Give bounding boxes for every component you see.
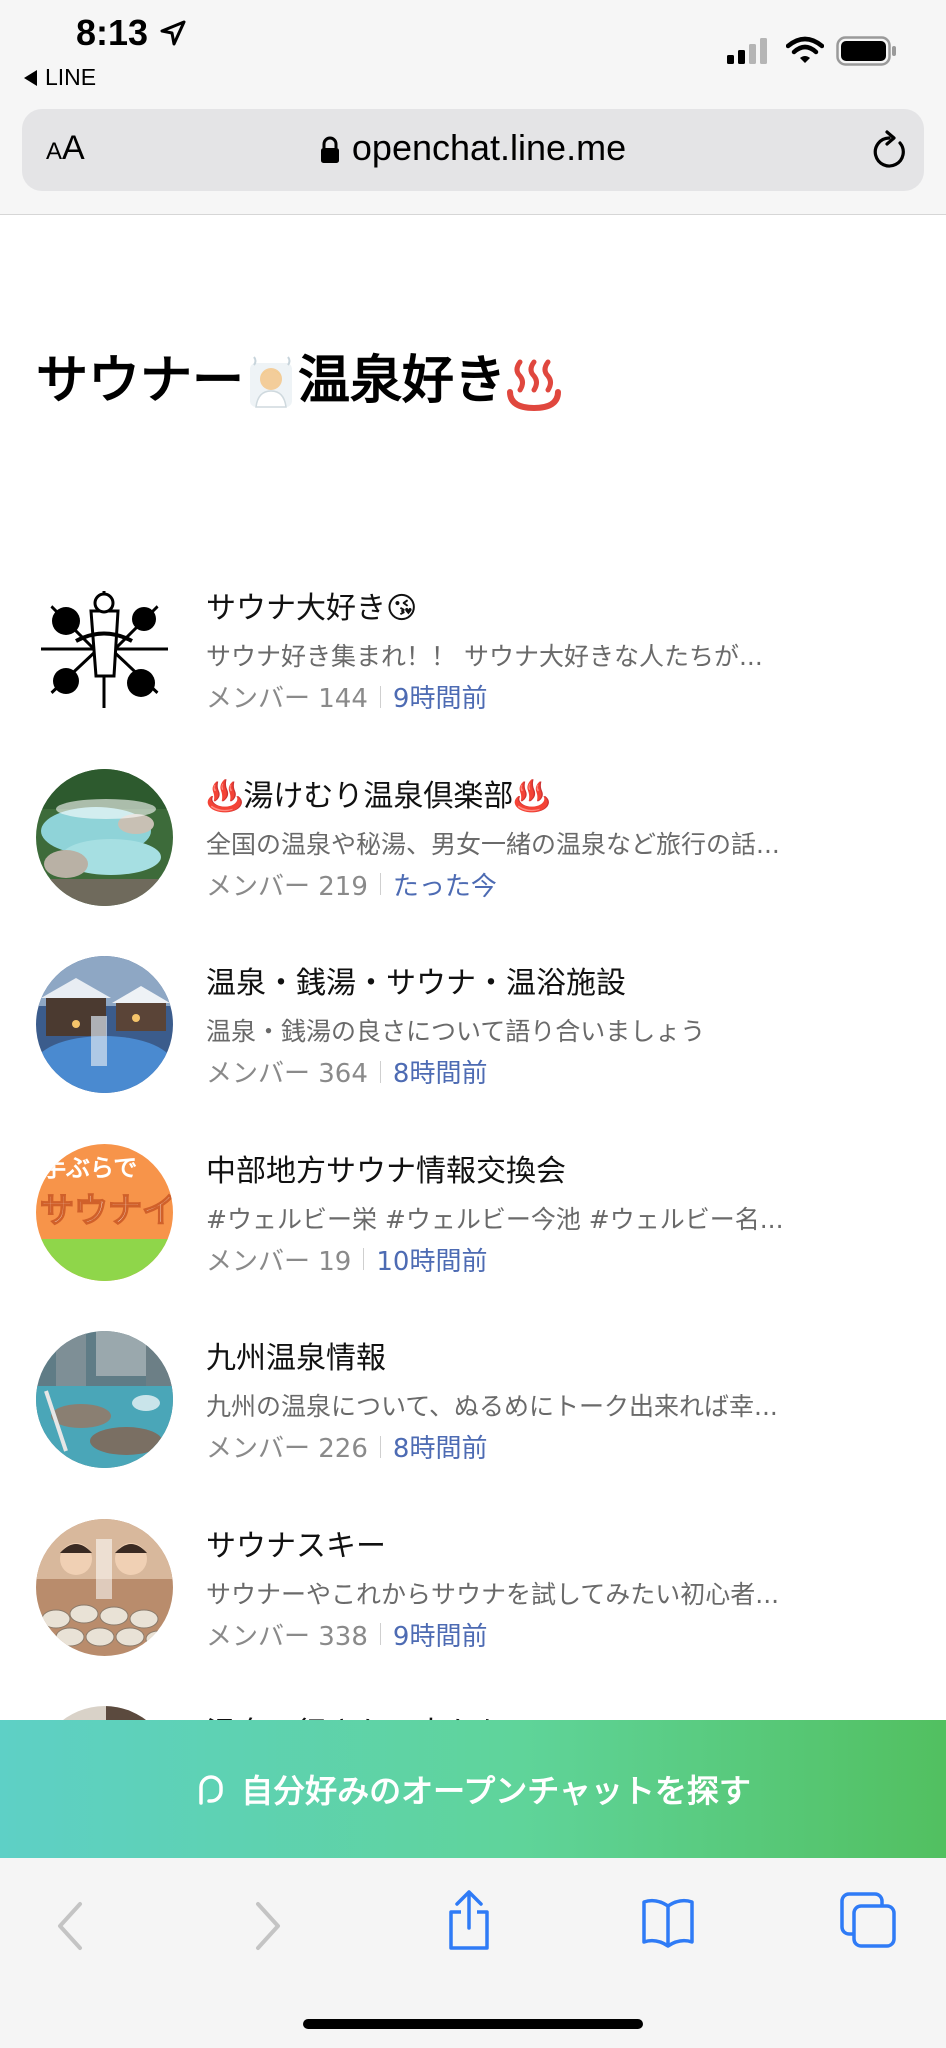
last-activity: たった今: [392, 871, 497, 902]
cellular-signal-icon: [727, 38, 767, 64]
chat-avatar: [36, 768, 173, 906]
chat-avatar: 手ぶらで サウナイ: [36, 1143, 173, 1281]
forward-chevron-icon[interactable]: [252, 1896, 286, 1956]
last-activity: 9時間前: [392, 1621, 488, 1652]
chat-description: #ウェルビー栄 #ウェルビー今池 #ウェルビー名...: [206, 1204, 784, 1234]
wifi-icon: [786, 36, 824, 63]
chat-meta: メンバー 219 たった今: [206, 866, 497, 903]
battery-icon: [836, 36, 896, 66]
url-display[interactable]: openchat.line.me: [22, 127, 924, 169]
member-count: メンバー 144: [206, 684, 368, 714]
chat-title: ♨️湯けむり温泉倶楽部♨️: [206, 778, 551, 814]
lock-icon: [320, 137, 339, 164]
meta-divider: [379, 1435, 381, 1458]
svg-text:サウナイ: サウナイ: [40, 1191, 173, 1231]
list-item[interactable]: サウナスキー サウナーやこれからサウナを試してみたい初心者... メンバー 33…: [0, 1513, 946, 1701]
back-app-label: LINE: [45, 64, 97, 90]
address-bar[interactable]: AA openchat.line.me: [22, 109, 924, 191]
chat-avatar: [36, 1518, 173, 1656]
last-activity: 9時間前: [392, 684, 488, 714]
back-chevron-icon[interactable]: [52, 1896, 86, 1956]
chat-meta: メンバー 226 8時間前: [206, 1428, 487, 1465]
svg-text:手ぶらで: 手ぶらで: [42, 1154, 137, 1182]
chat-meta: メンバー 144 9時間前: [206, 678, 487, 715]
meta-divider: [379, 873, 381, 895]
tabs-icon[interactable]: [838, 1890, 898, 1950]
chat-meta: メンバー 338 9時間前: [206, 1616, 487, 1653]
chat-description: 全国の温泉や秘湯、男女一緒の温泉など旅行の話...: [206, 829, 780, 859]
chat-description: サウナ好き集まれ！！ サウナ大好きな人たちが...: [206, 642, 763, 671]
chat-description: 九州の温泉について、ぬるめにトーク出来れば幸...: [206, 1392, 778, 1421]
chat-title: 九州温泉情報: [206, 1341, 386, 1376]
meta-divider: [379, 685, 381, 708]
find-open-chat-button[interactable]: 自分好みのオープンチャットを探す: [0, 1720, 946, 1858]
open-chat-list: サウナ大好き😘 サウナ好き集まれ！！ サウナ大好きな人たちが... メンバー 1…: [0, 575, 946, 1888]
chat-description: 温泉・銭湯の良さについて語り合いましょう: [206, 1017, 706, 1046]
chat-meta: メンバー 364 8時間前: [206, 1053, 487, 1090]
meta-divider: [363, 1248, 365, 1270]
list-item[interactable]: 温泉・銭湯・サウナ・温浴施設 温泉・銭湯の良さについて語り合いましょう メンバー…: [0, 950, 946, 1138]
page-title-rest: 温泉好き: [298, 351, 507, 411]
member-count: メンバー 219: [206, 871, 368, 902]
location-arrow-icon: [160, 20, 186, 46]
chat-description: サウナーやこれからサウナを試してみたい初心者...: [206, 1579, 780, 1609]
meta-divider: [379, 1623, 381, 1645]
chat-title: サウナ大好き😘: [206, 591, 418, 626]
chat-bubble-icon: [199, 1775, 223, 1805]
find-open-chat-label: 自分好みのオープンチャットを探す: [241, 1772, 751, 1810]
chat-title: 中部地方サウナ情報交換会: [206, 1153, 566, 1189]
member-count: メンバー 19: [206, 1246, 352, 1277]
bookmarks-icon[interactable]: [640, 1896, 696, 1948]
last-activity: 8時間前: [392, 1434, 488, 1464]
page-title: サウナー 温泉好き: [36, 338, 562, 413]
last-activity: 8時間前: [392, 1059, 488, 1089]
chat-meta: メンバー 19 10時間前: [206, 1241, 487, 1278]
browser-address-area: AA openchat.line.me: [0, 105, 946, 215]
hot-springs-icon: [507, 359, 562, 412]
list-item[interactable]: サウナ大好き😘 サウナ好き集まれ！！ サウナ大好きな人たちが... メンバー 1…: [0, 575, 946, 763]
chat-title: 温泉・銭湯・サウナ・温浴施設: [206, 966, 626, 1001]
status-bar: 8:13 LINE: [0, 0, 946, 105]
back-triangle-icon: [24, 69, 37, 86]
member-count: メンバー 226: [206, 1434, 368, 1464]
chat-title: サウナスキー: [206, 1528, 386, 1564]
reload-icon[interactable]: [870, 129, 908, 171]
status-time: 8:13: [76, 12, 149, 53]
share-icon[interactable]: [445, 1888, 493, 1952]
meta-divider: [379, 1060, 381, 1083]
list-item[interactable]: ♨️湯けむり温泉倶楽部♨️ 全国の温泉や秘湯、男女一緒の温泉など旅行の話... …: [0, 763, 946, 951]
list-item[interactable]: 九州温泉情報 九州の温泉について、ぬるめにトーク出来れば幸... メンバー 22…: [0, 1325, 946, 1513]
chat-avatar: [36, 581, 173, 718]
chat-avatar: [36, 956, 173, 1093]
list-item[interactable]: 手ぶらで サウナイ 中部地方サウナ情報交換会 #ウェルビー栄 #ウェルビー今池 …: [0, 1138, 946, 1326]
back-to-app-link[interactable]: LINE: [24, 64, 96, 91]
url-text: openchat.line.me: [351, 127, 627, 168]
home-indicator: [303, 2019, 643, 2029]
member-count: メンバー 338: [206, 1621, 368, 1652]
last-activity: 10時間前: [376, 1246, 488, 1277]
person-in-steamy-room-icon: [250, 356, 293, 408]
chat-avatar: [36, 1331, 173, 1468]
page-title-text: サウナー: [36, 351, 245, 411]
member-count: メンバー 364: [206, 1059, 368, 1089]
